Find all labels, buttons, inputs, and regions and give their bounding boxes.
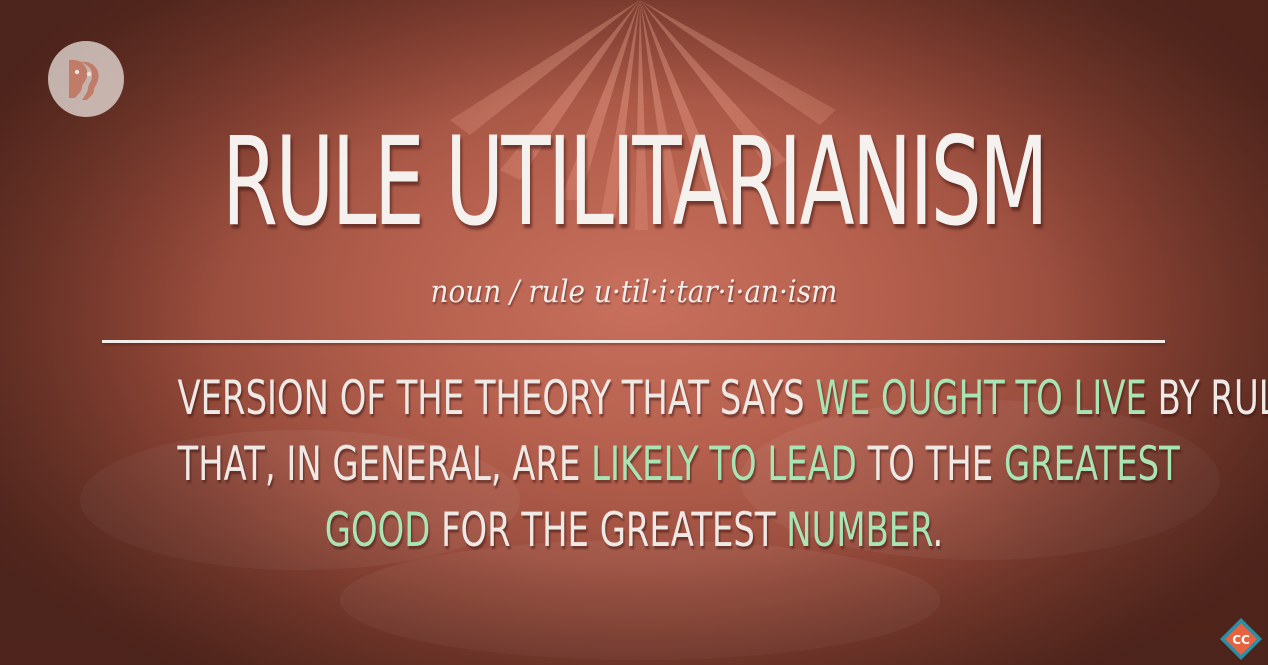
definition-segment: VERSION OF THE THEORY THAT SAYS [177, 371, 816, 426]
definition-text: VERSION OF THE THEORY THAT SAYS WE OUGHT… [0, 366, 1268, 564]
definition-segment: FOR THE GREATEST [430, 503, 787, 558]
definition-highlight: NUMBER [786, 503, 933, 558]
badge-label: CC [1232, 633, 1250, 647]
video-frame: RULE UTILITARIANISM noun / rule u·til·i·… [0, 0, 1268, 665]
definition-line-1: VERSION OF THE THEORY THAT SAYS WE OUGHT… [177, 366, 1268, 432]
definition-segment: BY RULES [1157, 371, 1268, 426]
pronunciation-text: noun / rule u·til·i·tar·i·an·ism [430, 274, 838, 310]
pbs-logo-icon [48, 41, 124, 117]
definition-line-2: THAT, IN GENERAL, ARE LIKELY TO LEAD TO … [177, 432, 1180, 498]
definition-highlight: GREATEST [1003, 437, 1180, 492]
page-title: RULE UTILITARIANISM [222, 111, 1049, 253]
divider-line [102, 340, 1165, 343]
crash-course-cc-icon: CC [1220, 618, 1262, 660]
definition-highlight: LIKELY TO LEAD [591, 437, 857, 492]
vignette-overlay [0, 0, 1268, 665]
definition-line-3: GOOD FOR THE GREATEST NUMBER. [178, 498, 1091, 564]
definition-segment: . [932, 503, 944, 558]
definition-segment: THAT, IN GENERAL, ARE [177, 437, 592, 492]
definition-segment: TO THE [856, 437, 1004, 492]
definition-highlight: GOOD [324, 503, 431, 558]
definition-highlight: WE OUGHT TO LIVE [815, 371, 1147, 426]
